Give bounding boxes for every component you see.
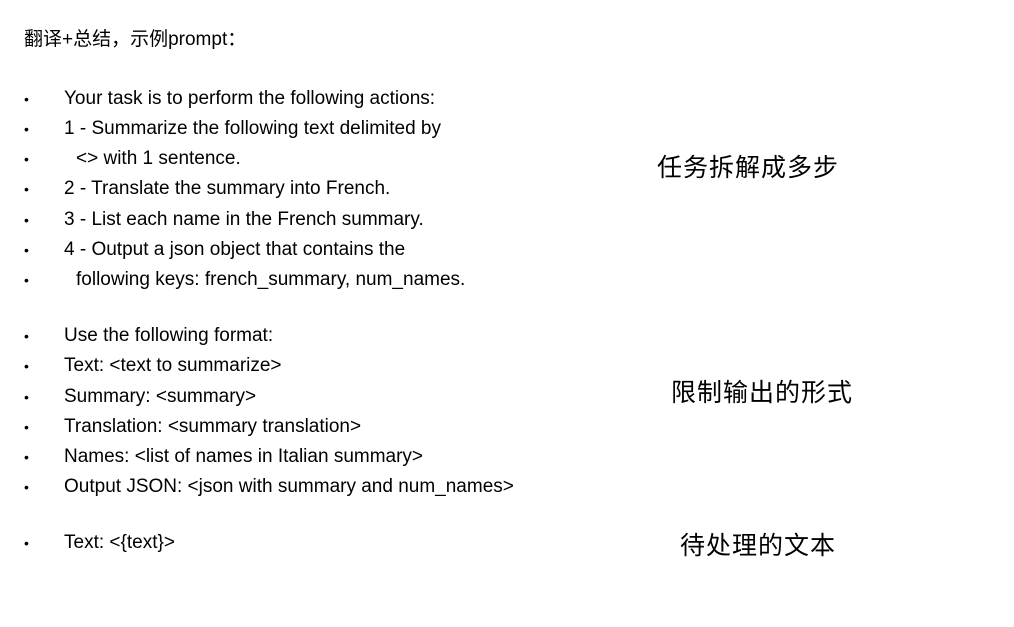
- list-item-text: following keys: french_summary, num_name…: [76, 269, 466, 290]
- steps-annotation: 任务拆解成多步: [657, 153, 840, 182]
- list-item-text: 3 - List each name in the French summary…: [64, 209, 424, 230]
- list-item-step-2: • 2 - Translate the summary into French.: [0, 177, 390, 201]
- list-item-text: 2 - Translate the summary into French.: [64, 178, 391, 199]
- list-item-format-text: • Text: <text to summarize>: [0, 354, 282, 378]
- list-item-text: Text: <{text}>: [64, 532, 175, 553]
- page-title: 翻译+总结，示例prompt：: [24, 29, 247, 50]
- bullet: •: [24, 91, 29, 107]
- bullet: •: [24, 419, 29, 435]
- list-item-text: 1 - Summarize the following text delimit…: [64, 118, 441, 139]
- list-item-text: Output JSON: <json with summary and num_…: [64, 476, 514, 497]
- list-item-format-names: • Names: <list of names in Italian summa…: [0, 445, 423, 469]
- list-item-format-intro: • Use the following format:: [0, 324, 273, 348]
- input-annotation: 待处理的文本: [680, 531, 837, 560]
- bullet: •: [24, 272, 29, 288]
- bullet: •: [24, 479, 29, 495]
- list-item-text: Text: <text to summarize>: [64, 355, 282, 376]
- list-item-step-4: • 4 - Output a json object that contains…: [0, 238, 405, 262]
- bullet: •: [24, 181, 29, 197]
- list-item-text: <> with 1 sentence.: [76, 148, 241, 169]
- list-item-step-4-cont: • following keys: french_summary, num_na…: [0, 268, 465, 292]
- list-item-format-json: • Output JSON: <json with summary and nu…: [0, 475, 514, 499]
- list-item-text: 4 - Output a json object that contains t…: [64, 239, 406, 260]
- bullet: •: [24, 535, 29, 551]
- list-item-text: Summary: <summary>: [64, 386, 257, 407]
- list-item-text: Your task is to perform the following ac…: [64, 88, 436, 109]
- bullet: •: [24, 389, 29, 405]
- format-annotation: 限制输出的形式: [671, 378, 854, 407]
- bullet: •: [24, 151, 29, 167]
- list-item-format-summary: • Summary: <summary>: [0, 385, 256, 409]
- list-item-step-3: • 3 - List each name in the French summa…: [0, 208, 424, 232]
- bullet: •: [24, 212, 29, 228]
- list-item-step-1: • 1 - Summarize the following text delim…: [0, 117, 441, 141]
- bullet: •: [24, 449, 29, 465]
- list-item-step-1-cont: • <> with 1 sentence.: [0, 147, 241, 171]
- list-item-text: Names: <list of names in Italian summary…: [64, 446, 424, 467]
- list-item-input-text: • Text: <{text}>: [0, 531, 175, 555]
- list-item-text: Translation: <summary translation>: [64, 416, 362, 437]
- list-item-text: Use the following format:: [64, 325, 274, 346]
- bullet: •: [24, 358, 29, 374]
- bullet: •: [24, 328, 29, 344]
- list-item-step-intro: • Your task is to perform the following …: [0, 87, 435, 111]
- bullet: •: [24, 242, 29, 258]
- bullet: •: [24, 121, 29, 137]
- list-item-format-translation: • Translation: <summary translation>: [0, 415, 361, 439]
